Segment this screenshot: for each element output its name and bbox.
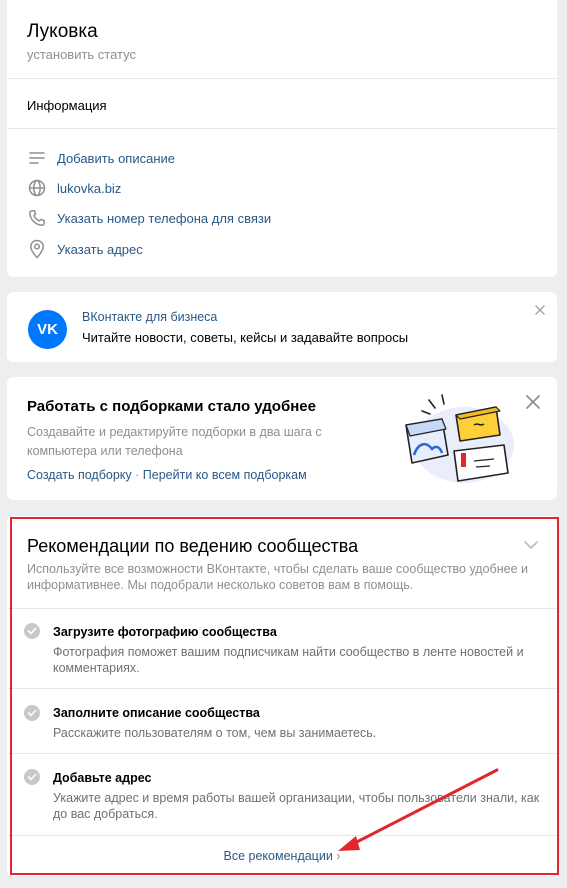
add-address-link[interactable]: Указать адрес xyxy=(57,242,143,257)
check-icon xyxy=(24,623,40,639)
recommendation-text: Расскажите пользователям о том, чем вы з… xyxy=(53,726,377,740)
vk-logo-icon: VK xyxy=(28,310,67,349)
recommendation-text: Укажите адрес и время работы вашей орган… xyxy=(53,791,540,821)
close-icon[interactable] xyxy=(525,394,541,410)
chevron-right-icon: › xyxy=(336,849,341,863)
divider xyxy=(7,78,557,79)
set-status-link[interactable]: установить статус xyxy=(27,47,136,62)
phone-icon xyxy=(27,208,47,228)
all-recommendations-link[interactable]: Все рекомендации › xyxy=(7,849,557,863)
website-link[interactable]: lukovka.biz xyxy=(57,181,121,196)
community-name: Луковка xyxy=(27,21,98,42)
recommendations-title: Рекомендации по ведению сообщества xyxy=(27,536,359,556)
recommendation-title: Добавьте адрес xyxy=(53,771,152,785)
check-icon xyxy=(24,769,40,785)
profile-card: Луковка установить статус Информация Доб… xyxy=(7,0,557,277)
recommendations-description: Используйте все возможности ВКонтакте, ч… xyxy=(27,562,528,592)
recommendation-item[interactable]: Загрузите фотографию сообщества Фотограф… xyxy=(7,608,557,688)
all-collections-link[interactable]: Перейти ко всем подборкам xyxy=(143,468,307,482)
recommendations-card: Рекомендации по ведению сообщества Испол… xyxy=(7,516,557,876)
globe-icon xyxy=(27,178,47,198)
collections-promo-card: Работать с подборками стало удобнее Созд… xyxy=(7,377,557,500)
add-description-link[interactable]: Добавить описание xyxy=(57,151,175,166)
check-icon xyxy=(24,705,40,721)
vk-business-card[interactable]: VK ВКонтакте для бизнеса Читайте новости… xyxy=(7,292,557,362)
divider xyxy=(7,128,557,129)
list-icon xyxy=(27,148,47,168)
link-separator: · xyxy=(135,468,140,482)
collections-links: Создать подборку · Перейти ко всем подбо… xyxy=(27,468,307,482)
location-icon xyxy=(27,239,47,259)
recommendation-item[interactable]: Заполните описание сообщества Расскажите… xyxy=(7,688,557,753)
create-collection-link[interactable]: Создать подборку xyxy=(27,468,132,482)
recommendation-text: Фотография поможет вашим подписчикам най… xyxy=(53,645,524,675)
business-title-link[interactable]: ВКонтакте для бизнеса xyxy=(82,310,217,324)
chevron-down-icon[interactable] xyxy=(523,538,539,550)
collections-description: Создавайте и редактируйте подборки в два… xyxy=(27,425,322,458)
website-row[interactable]: lukovka.biz xyxy=(27,177,121,199)
close-icon[interactable] xyxy=(533,303,547,317)
recommendation-title: Заполните описание сообщества xyxy=(53,706,260,720)
add-description-row[interactable]: Добавить описание xyxy=(27,147,175,169)
recommendation-item[interactable]: Добавьте адрес Укажите адрес и время раб… xyxy=(7,753,557,835)
collections-title: Работать с подборками стало удобнее xyxy=(27,398,316,415)
boxes-illustration-icon xyxy=(392,389,522,489)
info-heading: Информация xyxy=(27,98,107,113)
all-recommendations-label: Все рекомендации xyxy=(223,849,333,863)
address-row[interactable]: Указать адрес xyxy=(27,238,143,260)
divider xyxy=(7,835,557,836)
add-phone-link[interactable]: Указать номер телефона для связи xyxy=(57,211,271,226)
phone-row[interactable]: Указать номер телефона для связи xyxy=(27,207,271,229)
recommendation-title: Загрузите фотографию сообщества xyxy=(53,625,277,639)
business-text: Читайте новости, советы, кейсы и задавай… xyxy=(82,330,409,345)
